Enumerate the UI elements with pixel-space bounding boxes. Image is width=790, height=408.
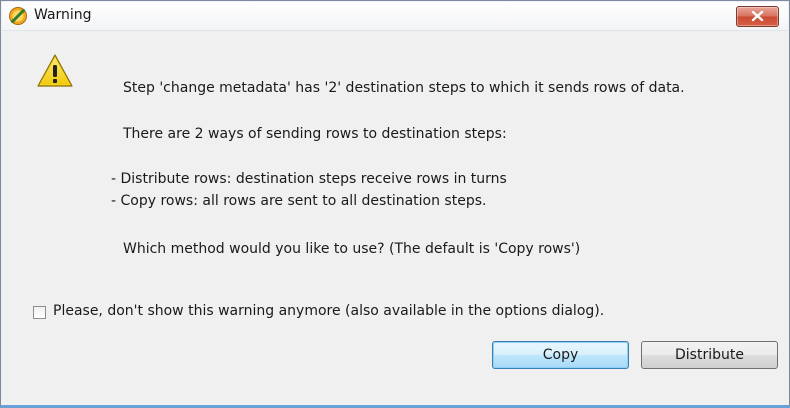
close-button[interactable]: [736, 6, 779, 27]
copy-button[interactable]: Copy: [492, 341, 629, 369]
app-logo-icon: [8, 6, 28, 26]
window-title: Warning: [34, 7, 92, 23]
title-bar[interactable]: Warning: [2, 2, 788, 31]
distribute-button[interactable]: Distribute: [641, 341, 778, 369]
message-line-1: Step 'change metadata' has '2' destinati…: [123, 80, 685, 96]
message-line-2: There are 2 ways of sending rows to dest…: [123, 126, 507, 142]
message-line-5: Which method would you like to use? (The…: [123, 241, 581, 257]
warning-dialog: Warning Step 'change metadata' has '2' d…: [0, 0, 790, 408]
message-line-4: - Copy rows: all rows are sent to all de…: [111, 193, 487, 209]
dont-show-again-label[interactable]: Please, don't show this warning anymore …: [53, 303, 604, 319]
message-line-3: - Distribute rows: destination steps rec…: [111, 171, 507, 187]
close-icon: [751, 10, 764, 22]
dont-show-again-checkbox[interactable]: [33, 306, 46, 319]
warning-icon: [36, 53, 74, 89]
